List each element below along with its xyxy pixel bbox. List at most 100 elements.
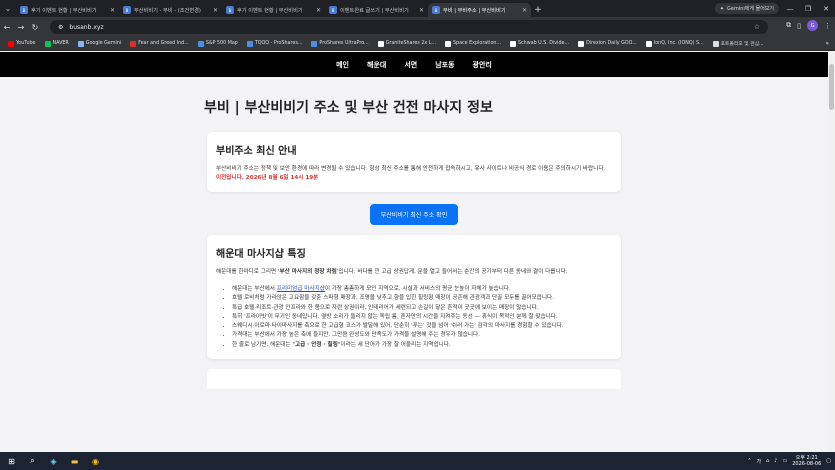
extensions-icon[interactable]: ⧉ [786, 21, 791, 30]
back-icon[interactable]: ← [0, 23, 14, 32]
reload-icon[interactable]: ↻ [28, 23, 42, 32]
new-tab-icon[interactable]: + [531, 3, 545, 17]
bookmark-item[interactable]: Space Exploration... [445, 40, 501, 47]
windows-start-icon[interactable]: ⊞ [6, 456, 17, 467]
close-icon[interactable]: ✕ [213, 7, 218, 14]
url-text: busanb.xyz [69, 23, 104, 31]
site-favicon-icon: B [123, 6, 131, 14]
tab-search-icon[interactable]: ⌄ [0, 0, 16, 17]
close-window-icon[interactable]: ✕ [817, 0, 835, 17]
notice-card: 부비주소 최신 안내 부산비비기 주소는 정책 및 보안 환경에 따라 변경될 … [207, 132, 621, 192]
volume-icon[interactable]: ♪ [774, 458, 777, 464]
bookmark-favicon-icon [311, 40, 318, 47]
bookmark-item[interactable]: Direxion Daily GOO... [578, 40, 637, 47]
bookmark-item[interactable]: IonQ, Inc. (IONQ) S... [645, 40, 704, 47]
bookmark-label: Fear and Greed Ind... [138, 41, 189, 46]
browser-tab[interactable]: B 이벤트완료 글쓰기 | 부산비비기 ✕ [325, 3, 428, 17]
bookmark-item[interactable]: NAVER [44, 40, 69, 47]
bookmark-favicon-icon [130, 40, 137, 47]
intro-text: '입니다. 바다를 낀 고급 상권답게, 문을 열고 들어서는 순간의 공기부터… [336, 269, 568, 275]
cta-wrap: 부산비비기 최신 주소 확인 [207, 204, 621, 225]
restore-icon[interactable]: ❐ [799, 0, 817, 17]
search-icon[interactable]: ⌕ [27, 456, 38, 467]
bookmark-item[interactable]: TQQQ - ProShares... [246, 40, 303, 47]
chrome-icon[interactable]: ◉ [90, 456, 101, 467]
copilot-icon[interactable]: ◈ [48, 456, 59, 467]
clock-date: 2026-08-06 [792, 461, 822, 467]
browser-tab[interactable]: B 부산비비기 - 부비 - (조건변경) ✕ [119, 3, 222, 17]
notice-heading: 부비주소 최신 안내 [216, 146, 297, 157]
bookmark-favicon-icon [8, 40, 14, 47]
forward-icon[interactable]: → [14, 23, 28, 32]
list-item: 해운대는 부산에서 프리미엄급 마사지샵이 가장 촘촘하게 모인 지역으로, 시… [232, 285, 612, 293]
list-item: 특급 호텔·리조트·관광 인프라와 한 몸으로 자란 상권이라, 인테리어가 세… [232, 304, 612, 312]
browser-tab-active[interactable]: B 부비 | 부비주소 | 부산비비기 ✕ [428, 3, 531, 17]
close-icon[interactable]: ✕ [522, 7, 527, 14]
scrollbar-thumb[interactable] [829, 64, 834, 110]
premium-massage-link[interactable]: 프리미엄급 마사지샵 [277, 286, 325, 292]
bookmark-label: IonQ, Inc. (IONQ) S... [653, 41, 704, 46]
menu-icon[interactable]: ⋮ [824, 22, 831, 30]
bookmark-favicon-icon [510, 40, 516, 47]
gemini-label: Gemini에게 물어보기 [727, 6, 774, 12]
latest-address-button[interactable]: 부산비비기 최신 주소 확인 [369, 204, 459, 225]
bookmark-item[interactable]: Google Gemini [77, 40, 121, 47]
bookmark-label: TQQQ - ProShares... [254, 41, 303, 46]
tray-chevron-icon[interactable]: ⌃ [747, 458, 751, 464]
close-icon[interactable]: ✕ [110, 7, 115, 14]
network-icon[interactable]: ⌂ [766, 458, 769, 464]
nav-item-nampodong[interactable]: 남포동 [435, 60, 454, 70]
sidebar-icon[interactable]: ▯ [797, 22, 801, 30]
bookmark-item[interactable]: Schwab U.S. Divide... [510, 40, 570, 47]
bookmark-item[interactable]: ProShares UltraPro... [311, 40, 369, 47]
clock[interactable]: 오후 2:21 2026-08-06 [792, 455, 821, 467]
bookmarks-overflow-icon[interactable]: » [825, 40, 829, 47]
language-icon[interactable]: 가 [756, 458, 761, 465]
site-nav: 메인 해운대 서면 남포동 광안리 [0, 52, 828, 77]
summary-bold: 고급 · 안정 · 힐링 [294, 341, 338, 348]
bookmark-item[interactable]: S&P 500 Map [197, 40, 238, 47]
bookmark-label: Schwab U.S. Divide... [518, 41, 570, 46]
address-bar[interactable]: ⚙ busanb.xyz ☆ [50, 20, 768, 34]
browser-tab[interactable]: B 후기 이벤트 현황 | 부산비비기 ✕ [222, 3, 325, 17]
avatar[interactable]: G [807, 20, 818, 31]
bookmark-label: S&P 500 Map [205, 41, 238, 46]
bookmark-favicon-icon [77, 40, 84, 47]
nav-item-haeundae[interactable]: 해운대 [367, 60, 386, 70]
close-icon[interactable]: ✕ [316, 7, 321, 14]
file-explorer-icon[interactable]: ▬ [69, 456, 80, 467]
browser-tab[interactable]: B 후기 이벤트 현황 | 부산비비기 ✕ [16, 3, 119, 17]
site-favicon-icon: B [432, 6, 440, 14]
bookmark-label: ProShares UltraPro... [319, 41, 369, 46]
feature-intro: 해운대를 한마디로 그리면 '부산 마사지의 정장 차림'입니다. 바다를 낀 … [216, 268, 612, 277]
bookmark-favicon-icon [645, 40, 652, 47]
battery-icon[interactable]: ▭ [782, 458, 787, 464]
bookmark-label: Space Exploration... [453, 41, 501, 46]
notification-icon[interactable]: ▢ [826, 458, 831, 464]
list-item-text: "이라는 세 단어가 가장 잘 어울리는 지역입니다. [337, 341, 451, 348]
tab-title: 이벤트완료 글쓰기 | 부산비비기 [340, 7, 409, 14]
site-favicon-icon: B [329, 6, 337, 14]
nav-item-seomyeon[interactable]: 서면 [404, 60, 417, 70]
close-icon[interactable]: ✕ [419, 7, 424, 14]
list-item: 호텔 로비처럼 가라앉은 고요함을 갖춘 스파형 매장과, 조명을 낮추고 향을… [232, 294, 612, 302]
feature-card: 해운대 마사지샵 특징 해운대를 한마디로 그리면 '부산 마사지의 정장 차림… [207, 235, 621, 360]
bookmark-item[interactable]: GraniteShares 2x L... [377, 40, 436, 47]
bookmark-item[interactable]: YouTube [8, 40, 36, 47]
minimize-icon[interactable]: — [781, 0, 799, 17]
list-item: 특히 '프라이빗'이 무기인 동네입니다. 옆방 소리가 들리지 않는 독립 룸… [232, 313, 612, 321]
next-card [207, 369, 621, 390]
taskbar: ⊞ ⌕ ◈ ▬ ◉ ⌃ 가 ⌂ ♪ ▭ 오후 2:21 2026-08-06 ▢ [0, 452, 835, 470]
tab-strip: ⌄ B 후기 이벤트 현황 | 부산비비기 ✕ B 부산비비기 - 부비 - (… [0, 0, 835, 17]
nav-item-gwangalli[interactable]: 광안리 [473, 60, 492, 70]
tab-title: 부비 | 부비주소 | 부산비비기 [443, 7, 506, 14]
bookmark-label: GraniteShares 2x L... [385, 41, 436, 46]
notice-text: 부산비비기 주소는 정책 및 보안 환경에 따라 변경될 수 있습니다. 항상 … [216, 166, 606, 172]
bookmark-item[interactable]: Fear and Greed Ind... [130, 40, 189, 47]
nav-item-main[interactable]: 메인 [336, 60, 349, 70]
gemini-button[interactable]: ✦ Gemini에게 물어보기 [714, 3, 779, 14]
scrollbar[interactable] [828, 52, 835, 452]
bookmark-star-icon[interactable]: ☆ [754, 23, 760, 31]
site-info-icon[interactable]: ⚙ [58, 24, 63, 31]
bookmark-item[interactable]: 포트폴리오 및 관심... [712, 40, 764, 47]
